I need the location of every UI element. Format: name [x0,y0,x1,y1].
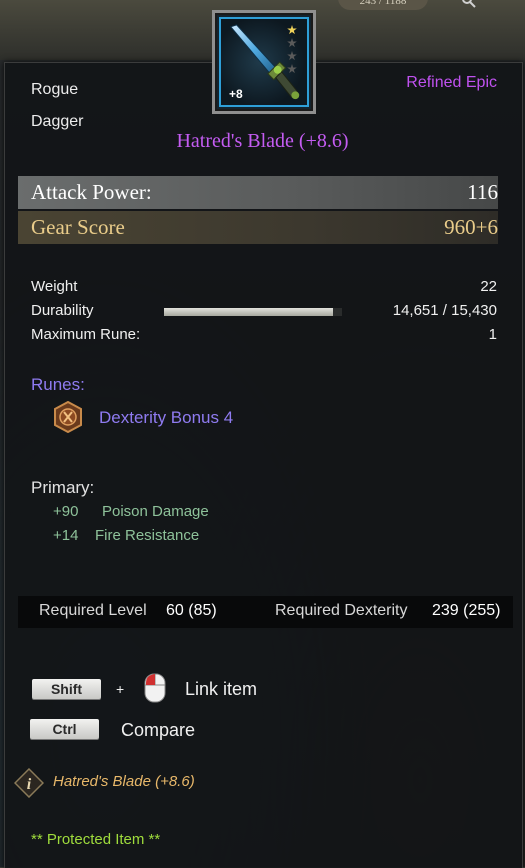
item-slot: +8 [212,10,316,114]
ctrl-key: Ctrl [30,719,99,739]
runes-heading: Runes: [31,375,85,394]
rune-icon[interactable] [52,401,84,433]
primary-stat-value: +14 [53,527,79,544]
compare-label: Compare [121,720,196,740]
star-empty-icon [287,51,297,61]
gear-score-label: Gear Score [31,215,125,239]
plus-sign: + [116,681,125,697]
svg-text:i: i [27,776,32,793]
star-rating [287,25,301,77]
link-item-label: Link item [185,679,258,699]
gear-score-row: Gear Score 960+6 [18,211,498,244]
required-level-value: 60 (85) [166,602,217,619]
required-dexterity-value: 239 (255) [432,602,501,619]
weight-value: 22 [480,278,497,295]
attack-power-label: Attack Power: [31,180,152,204]
attack-power-value: 116 [467,180,498,204]
weight-row: Weight 22 [31,278,497,295]
upgrade-badge: +8 [229,87,243,101]
max-rune-row: Maximum Rune: 1 [31,326,497,343]
shift-key: Shift [32,679,101,699]
hud-counter: 243 / 1188 [338,0,428,10]
primary-stat-name: Poison Damage [102,503,209,520]
item-rarity: Refined Epic [406,74,497,91]
weight-label: Weight [31,278,78,295]
durability-fill [164,308,333,316]
max-rune-value: 1 [488,326,497,343]
required-level-label: Required Level [39,602,147,619]
item-type: Dagger [31,113,84,130]
durability-bar [164,308,342,316]
item-class: Rogue [31,81,79,98]
primary-heading: Primary: [31,478,95,497]
magnifier-icon[interactable] [462,0,476,8]
durability-value: 14,651 / 15,430 [392,302,497,319]
gear-score-value: 960+6 [444,215,498,239]
attack-power-row: Attack Power: 116 [18,176,498,209]
footer-item-name: Hatred's Blade (+8.6) [53,773,195,790]
max-rune-label: Maximum Rune: [31,326,141,343]
star-filled-icon [287,25,297,35]
rune-name: Dexterity Bonus 4 [99,408,234,427]
required-dexterity-label: Required Dexterity [275,602,408,619]
item-name: Hatred's Blade (+8.6) [176,130,349,152]
durability-row: Durability 14,651 / 15,430 [31,302,497,319]
protected-item-label: ** Protected Item ** [31,831,161,848]
primary-stat-name: Fire Resistance [95,527,200,544]
item-frame: +8 [219,17,309,107]
info-icon: i [14,768,44,798]
mouse-icon [144,673,166,703]
star-empty-icon [287,64,297,74]
star-empty-icon [287,38,297,48]
requirements-bar: Required Level 60 (85) Required Dexterit… [18,596,513,628]
durability-label: Durability [31,302,94,319]
primary-stat-value: +90 [53,503,79,520]
